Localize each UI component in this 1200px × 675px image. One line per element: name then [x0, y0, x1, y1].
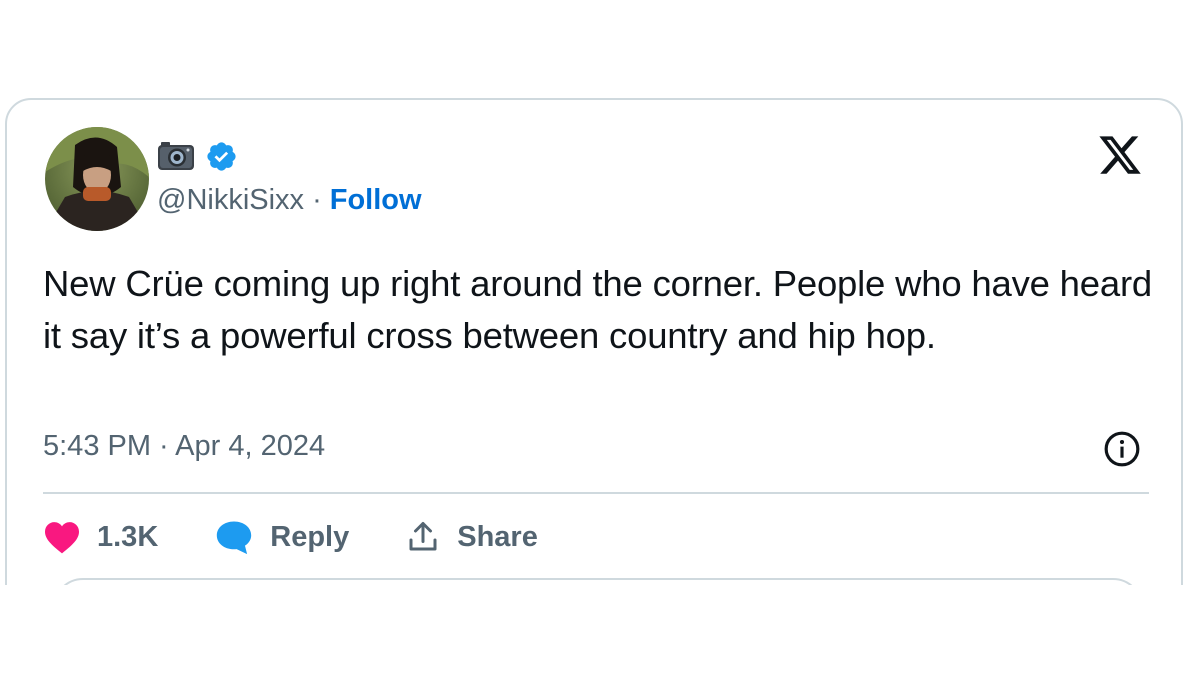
display-name-row [157, 138, 238, 174]
verified-badge-icon [207, 141, 236, 171]
reply-label: Reply [270, 520, 350, 553]
x-logo-icon[interactable] [1095, 132, 1145, 178]
like-button[interactable]: 1.3K [43, 520, 158, 554]
share-label: Share [457, 520, 538, 553]
reply-button[interactable]: Reply [214, 519, 349, 555]
handle-separator: · [312, 184, 322, 216]
tweet-text: New Crüe coming up right around the corn… [43, 263, 1153, 356]
tweet-timestamp[interactable]: 5:43 PM · Apr 4, 2024 [43, 430, 325, 463]
share-button[interactable]: Share [405, 519, 538, 555]
divider [43, 492, 1149, 494]
speech-bubble-icon [217, 521, 252, 555]
info-icon[interactable] [1103, 430, 1141, 468]
share-upload-icon [409, 522, 437, 551]
follow-button[interactable]: Follow [330, 184, 422, 217]
handle-row: @NikkiSixx · Follow [157, 184, 422, 217]
user-handle[interactable]: @NikkiSixx [157, 184, 304, 217]
page-background [0, 585, 1200, 675]
avatar[interactable] [45, 127, 149, 231]
tweet-card: @NikkiSixx · Follow New Crüe coming up r… [5, 98, 1183, 658]
action-bar: 1.3K Reply Share [43, 512, 594, 562]
like-count: 1.3K [97, 520, 159, 553]
heart-icon [45, 522, 79, 554]
camera-emoji-icon [158, 142, 194, 170]
